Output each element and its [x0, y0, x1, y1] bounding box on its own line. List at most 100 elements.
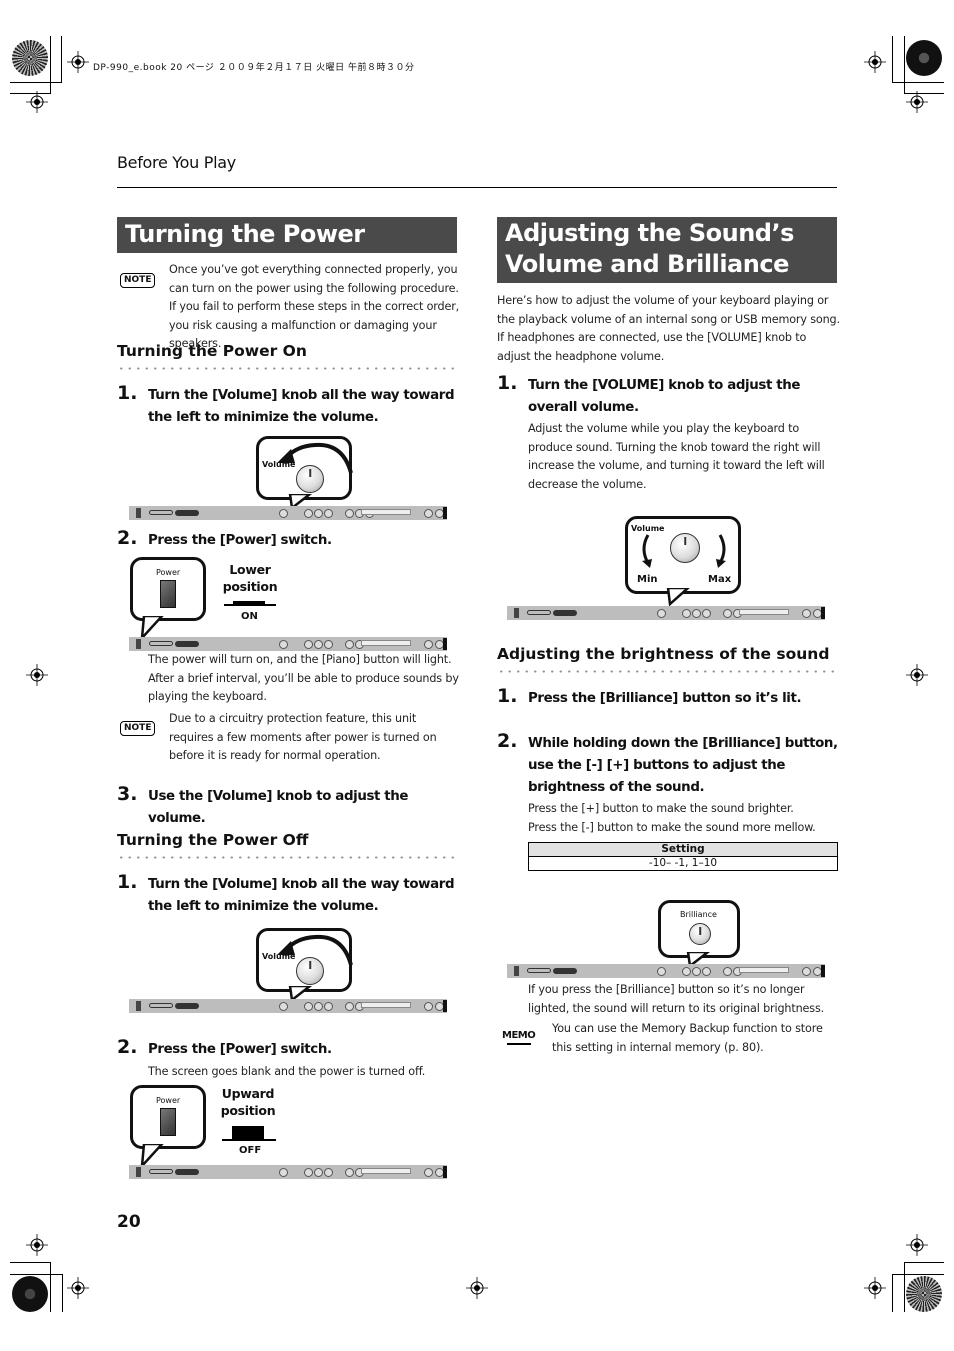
step-number: 1.: [497, 685, 518, 707]
step-number: 2.: [497, 730, 518, 752]
switch-position-label: Lower position: [222, 562, 278, 594]
step-number: 1.: [117, 382, 138, 404]
memory-backup-memo: You can use the Memory Backup function t…: [552, 1022, 823, 1054]
power-on-result-text: The power will turn on, and the [Piano] …: [148, 653, 459, 703]
registration-mark: [906, 664, 928, 686]
setting-range: -10– -1, 1–10: [528, 856, 838, 871]
step-text: Press the [Power] switch.: [148, 533, 332, 548]
subheading-power-on: Turning the Power On: [117, 342, 307, 360]
crop-mark: [892, 1274, 944, 1275]
crop-mark: [904, 1262, 944, 1263]
step-text: While holding down the [Brilliance] butt…: [528, 736, 838, 795]
instrument-panel: [507, 606, 825, 620]
brighter-instruction: Press the [+] button to make the sound b…: [528, 802, 794, 815]
dotted-rule: [497, 670, 837, 673]
crop-mark: [892, 1274, 893, 1312]
power-label: Power: [156, 568, 181, 577]
min-label: Min: [637, 574, 658, 585]
header-rule: [117, 187, 837, 188]
step-text: Press the [Brilliance] button so it’s li…: [528, 691, 802, 706]
step-text: Turn the [VOLUME] knob to adjust the ove…: [528, 378, 801, 415]
crop-mark: [892, 82, 944, 83]
volume-callout: Volume: [256, 928, 353, 992]
volume-detail-text: Adjust the volume while you play the key…: [528, 422, 825, 491]
registration-mark: [26, 91, 48, 113]
running-head: Before You Play: [117, 153, 236, 172]
instrument-panel: [507, 964, 825, 978]
note-icon: NOTE: [120, 721, 156, 736]
registration-mark: [906, 1234, 928, 1256]
step-text: Turn the [Volume] knob all the way towar…: [148, 877, 455, 914]
page-number: 20: [117, 1212, 141, 1232]
crop-mark: [50, 36, 51, 94]
switch-state-off: OFF: [239, 1145, 262, 1156]
switch-off-diagram: [222, 1139, 276, 1141]
power-callout: Power: [130, 557, 206, 621]
volume-callout: Volume: [256, 436, 353, 500]
max-label: Max: [708, 574, 732, 585]
crop-mark: [10, 82, 62, 83]
section-title-volume-brilliance: Adjusting the Sound’s Volume and Brillia…: [497, 217, 837, 283]
note-icon: NOTE: [120, 273, 156, 288]
step-text: Use the [Volume] knob to adjust the volu…: [148, 789, 409, 826]
color-registration-target-bottom-left: [12, 1276, 48, 1312]
callout-pointer: [666, 588, 690, 606]
registration-mark: [864, 1277, 886, 1299]
power-switch: [160, 580, 176, 608]
crop-mark: [904, 1262, 905, 1312]
crop-mark: [50, 1262, 51, 1312]
step-number: 1.: [117, 871, 138, 893]
setting-header: Setting: [528, 842, 838, 857]
print-slug: DP-990_e.book 20 ページ ２００９年２月１７日 火曜日 午前８時…: [93, 63, 415, 73]
step-number: 2.: [117, 1036, 138, 1058]
clockwise-arrow-icon: [716, 534, 726, 568]
dotted-rule: [117, 856, 457, 859]
registration-mark: [26, 1234, 48, 1256]
brilliance-callout: Brilliance: [658, 900, 740, 958]
volume-intro-text: Here’s how to adjust the volume of your …: [497, 294, 840, 363]
step-number: 1.: [497, 372, 518, 394]
power-callout: Power: [130, 1085, 206, 1149]
dotted-rule: [117, 367, 457, 370]
crop-mark: [62, 1274, 63, 1312]
registration-mark: [466, 1277, 488, 1299]
step-text: Press the [Power] switch.: [148, 1042, 332, 1057]
counterclockwise-arrow-icon: [277, 934, 353, 966]
brilliance-off-text: If you press the [Brilliance] button so …: [528, 983, 825, 1015]
power-switch: [160, 1108, 176, 1136]
switch-on-diagram: [233, 601, 265, 605]
switch-position-label: Upward position: [220, 1086, 276, 1118]
brilliance-setting-table: Setting -10– -1, 1–10: [528, 842, 838, 871]
counterclockwise-arrow-icon: [277, 442, 353, 474]
crop-mark: [61, 36, 62, 83]
power-label: Power: [156, 1096, 181, 1105]
switch-off-diagram: [232, 1126, 264, 1140]
subheading-power-off: Turning the Power Off: [117, 831, 309, 849]
volume-knob: [670, 533, 700, 563]
color-registration-target-top-right: [906, 40, 942, 76]
memo-icon: MEMO: [502, 1030, 536, 1041]
registration-mark: [906, 91, 928, 113]
crop-mark: [904, 36, 905, 94]
volume-label: Volume: [631, 524, 665, 533]
subheading-brightness: Adjusting the brightness of the sound: [497, 645, 830, 663]
instrument-panel: [129, 999, 447, 1013]
brilliance-label: Brilliance: [680, 910, 717, 919]
switch-state-on: ON: [241, 611, 258, 622]
color-registration-target-top-left: [12, 40, 48, 76]
counterclockwise-arrow-icon: [642, 534, 652, 568]
instrument-panel: [129, 506, 447, 520]
circuit-protection-note: Due to a circuitry protection feature, t…: [169, 712, 437, 762]
step-text: Turn the [Volume] knob all the way towar…: [148, 388, 455, 425]
brilliance-knob: [689, 923, 711, 945]
step-number: 2.: [117, 527, 138, 549]
memo-icon-underline: [507, 1043, 531, 1045]
crop-mark: [10, 1274, 63, 1275]
instrument-panel: [129, 637, 447, 651]
registration-mark: [26, 664, 48, 686]
step-number: 3.: [117, 783, 138, 805]
color-registration-target-bottom-right: [906, 1276, 942, 1312]
instrument-panel: [129, 1165, 447, 1179]
section-title-power: Turning the Power On/Off: [117, 217, 457, 282]
power-off-result-text: The screen goes blank and the power is t…: [148, 1065, 426, 1078]
